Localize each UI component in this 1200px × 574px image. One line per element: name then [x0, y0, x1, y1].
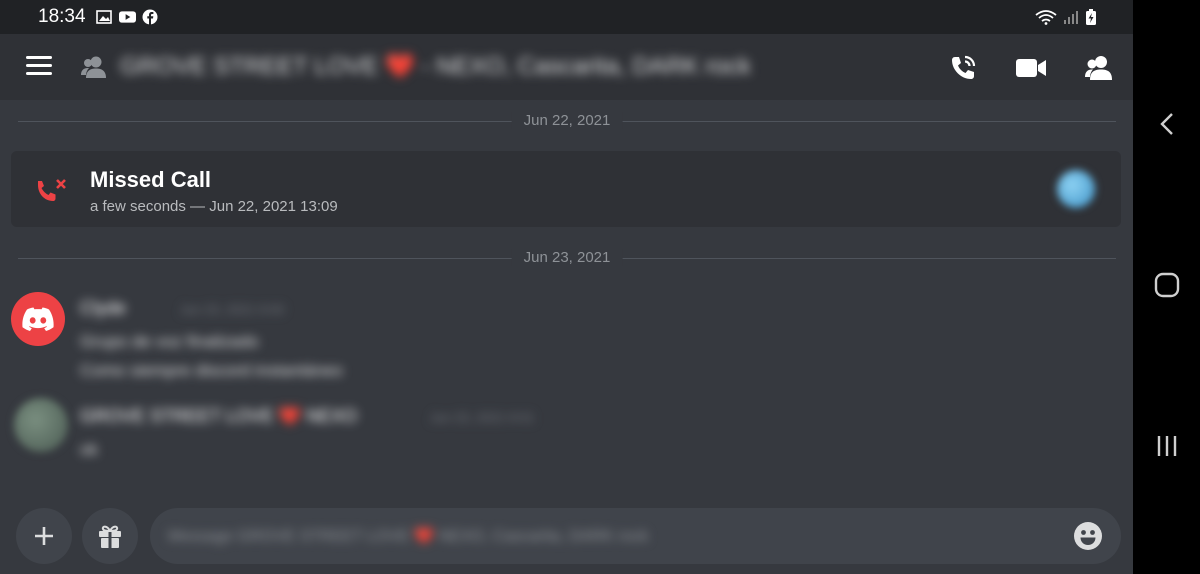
caller-avatar [1057, 170, 1095, 208]
group-dm-icon [80, 54, 108, 85]
missed-call-title: Missed Call [90, 167, 212, 192]
gift-icon [99, 525, 121, 548]
wifi-icon [1035, 9, 1057, 30]
message-author[interactable]: GROVE STREET LOVE ❤️ NEXO [80, 406, 357, 427]
message-timestamp: Jun 23, 2021 9:01 [430, 410, 535, 425]
gift-button[interactable] [82, 508, 138, 564]
missed-call-subtitle: a few seconds — Jun 22, 2021 13:09 [90, 198, 338, 215]
channel-header: GROVE STREET LOVE ❤️ - NEXO, Cascarita, … [0, 34, 1133, 100]
system-status-icons [1035, 8, 1097, 31]
image-icon [96, 10, 113, 25]
notification-icons [96, 9, 159, 25]
battery-charging-icon [1085, 8, 1097, 31]
message-author[interactable]: Clyde [80, 298, 126, 319]
message-input-placeholder: Message GROVE STREET LOVE ❤️ NEXO, Casca… [168, 528, 649, 545]
date-divider-label: Jun 22, 2021 [511, 112, 623, 129]
add-attachment-button[interactable] [16, 508, 72, 564]
status-bar: 18:34 [0, 0, 1133, 34]
members-icon[interactable] [1083, 52, 1115, 84]
message-text: Como siempre discord instantáneo [80, 361, 343, 380]
video-call-icon[interactable] [1015, 52, 1047, 84]
message-timestamp: Jun 23, 2021 9:00 [180, 302, 285, 317]
channel-title: GROVE STREET LOVE ❤️ - NEXO, Cascarita, … [120, 53, 751, 80]
home-icon[interactable] [1153, 271, 1181, 299]
message-item[interactable]: GROVE STREET LOVE ❤️ NEXO Jun 23, 2021 9… [0, 398, 1133, 468]
discord-app: 18:34 GROVE STREET LOVE ❤️ - NEXO, Casca… [0, 0, 1133, 574]
missed-call-icon [35, 175, 69, 210]
missed-call-card[interactable]: Missed Call a few seconds — Jun 22, 2021… [11, 151, 1121, 227]
message-text: Grupo de voz finalizado [80, 332, 259, 351]
date-divider: Jun 23, 2021 [18, 249, 1116, 266]
signal-icon [1063, 9, 1079, 30]
message-item[interactable]: Clyde Jun 23, 2021 9:00 Grupo de voz fin… [0, 292, 1133, 392]
menu-icon[interactable] [26, 56, 52, 76]
message-input[interactable]: Message GROVE STREET LOVE ❤️ NEXO, Casca… [150, 508, 1121, 564]
avatar[interactable] [14, 398, 68, 452]
date-divider: Jun 22, 2021 [18, 112, 1116, 129]
date-divider-label: Jun 23, 2021 [511, 249, 623, 266]
youtube-icon [118, 10, 136, 25]
message-text: ok [80, 440, 98, 459]
facebook-icon [142, 9, 159, 25]
system-navigation-bar [1133, 0, 1200, 574]
message-composer: Message GROVE STREET LOVE ❤️ NEXO, Casca… [0, 500, 1133, 574]
recent-apps-icon[interactable] [1153, 432, 1181, 460]
voice-call-icon[interactable] [947, 52, 979, 84]
discord-logo-icon[interactable] [11, 292, 65, 346]
emoji-icon[interactable] [1073, 521, 1103, 551]
plus-icon [35, 527, 53, 545]
status-time: 18:34 [38, 6, 86, 27]
back-icon[interactable] [1153, 110, 1181, 138]
